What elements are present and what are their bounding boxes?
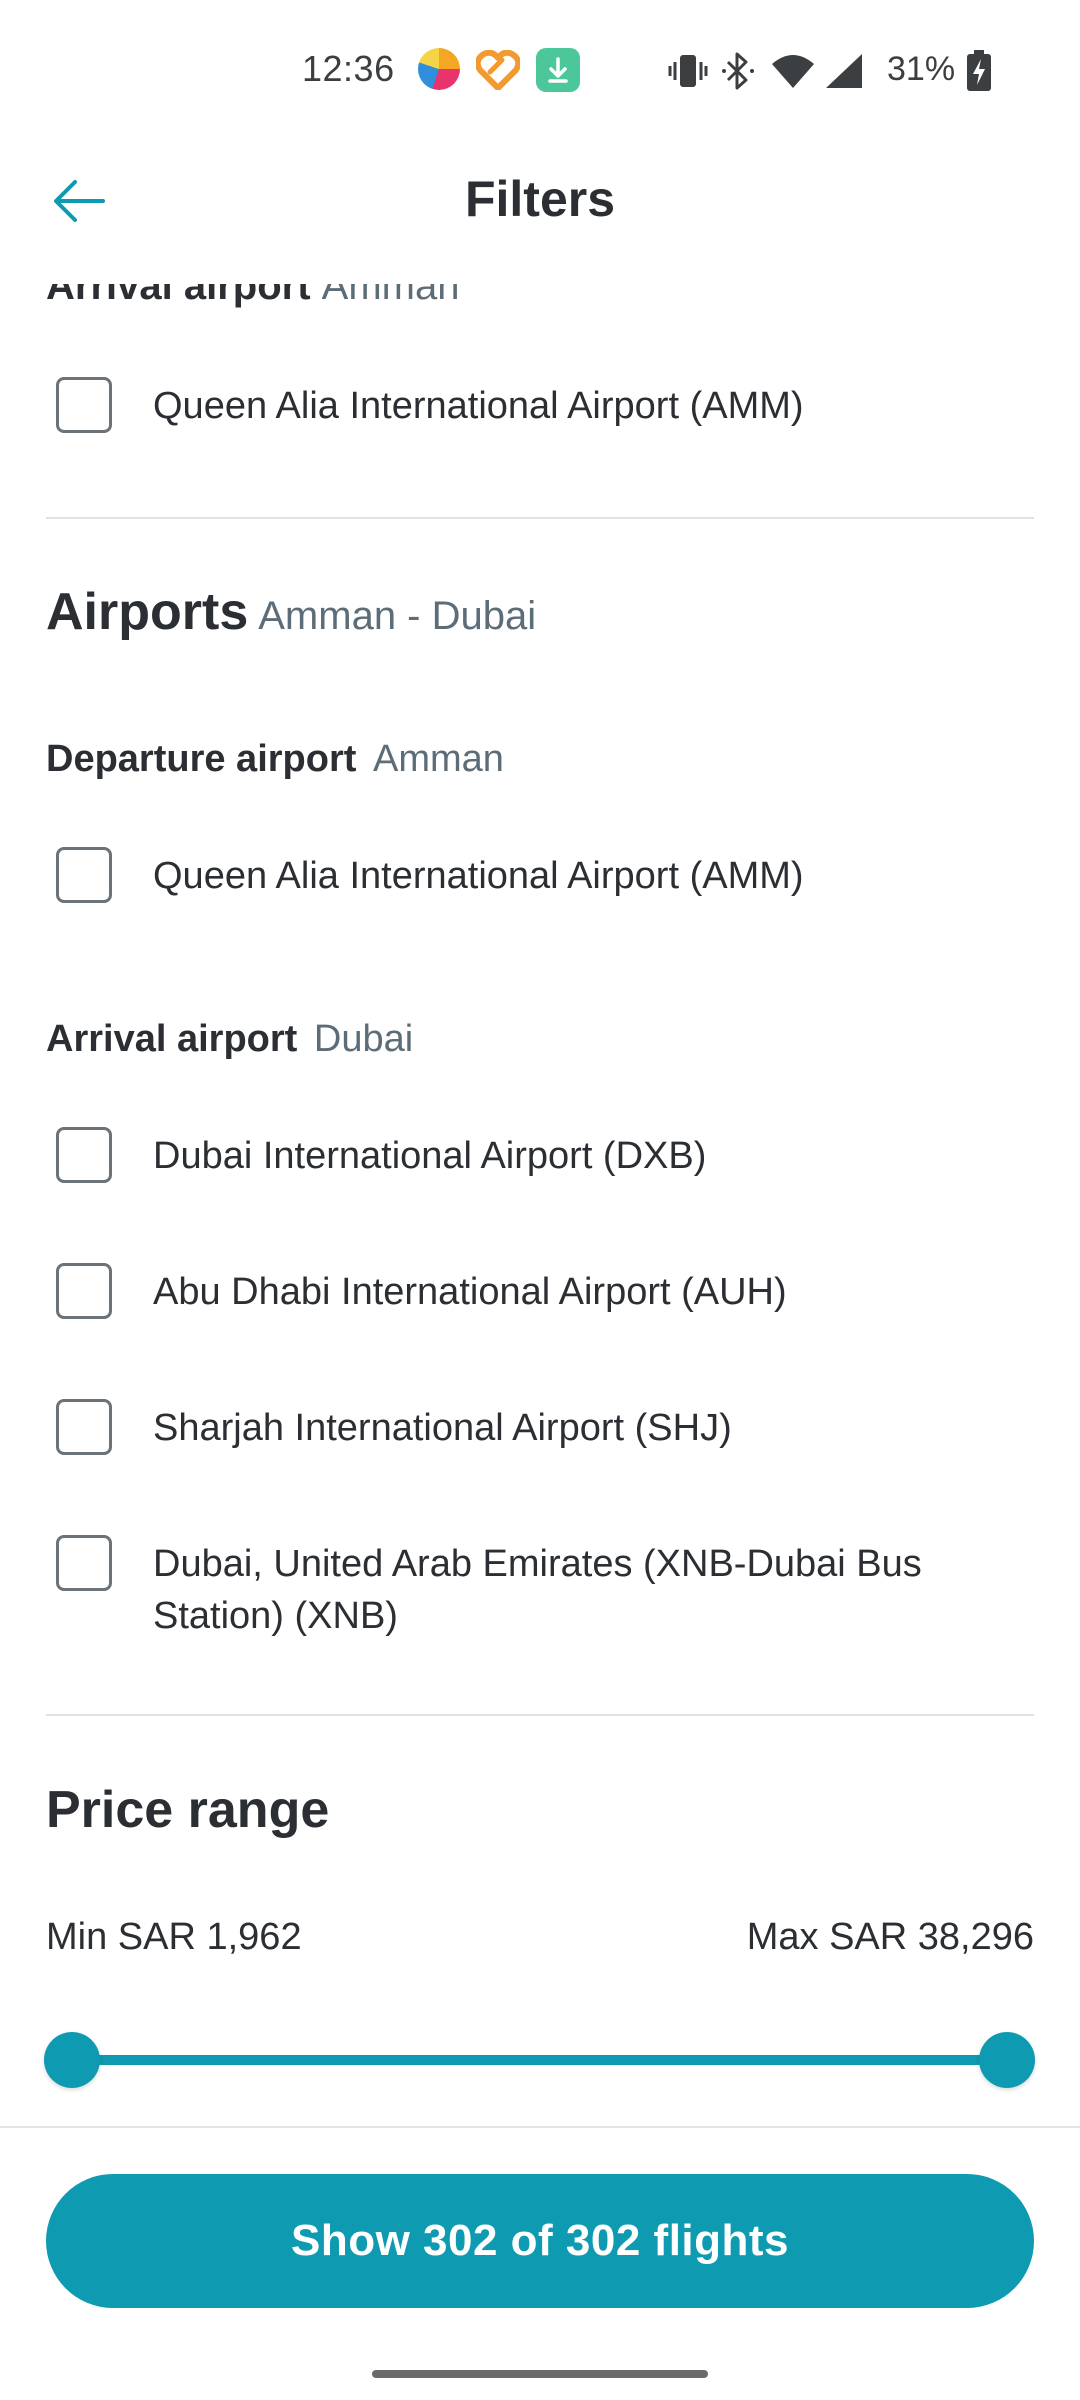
price-range-title: Price range [46, 1781, 330, 1839]
option-label-top-amm: Queen Alia International Airport (AMM) [153, 385, 804, 427]
app-icon-orange-heart [474, 49, 522, 91]
download-icon [536, 48, 580, 92]
footer-divider [0, 2126, 1080, 2128]
slider-max-thumb[interactable] [979, 2032, 1035, 2088]
departure-airport-city: Amman [372, 738, 504, 780]
checkbox-arrival-dxb[interactable] [56, 1127, 112, 1183]
status-bar: 12:36 31% [0, 0, 1080, 140]
arrival-airport-heading: Arrival airport Dubai [46, 1018, 413, 1061]
option-label-arrival-dxb: Dubai International Airport (DXB) [153, 1135, 707, 1177]
price-max-label: Max SAR 38,296 [746, 1916, 1034, 1958]
option-label-arrival-shj: Sharjah International Airport (SHJ) [153, 1407, 732, 1449]
show-flights-button[interactable]: Show 302 of 302 flights [46, 2174, 1034, 2308]
arrival-airport-label: Arrival airport [46, 1018, 298, 1060]
section-divider [46, 1714, 1034, 1716]
page-title: Filters [464, 171, 616, 227]
option-label-arrival-auh: Abu Dhabi International Airport (AUH) [153, 1271, 787, 1313]
scroll-clip-mask [0, 250, 1080, 284]
section-divider [46, 517, 1034, 519]
checkbox-arrival-auh[interactable] [56, 1263, 112, 1319]
filters-scroll-area[interactable]: Arrival airport Amman Queen Alia Interna… [0, 250, 1080, 2120]
checkbox-departure-amm[interactable] [56, 847, 112, 903]
checkbox-arrival-xnb[interactable] [56, 1535, 112, 1591]
departure-airport-heading: Departure airport Amman [46, 738, 504, 781]
bluetooth-icon [720, 50, 756, 92]
option-label-departure-amm: Queen Alia International Airport (AMM) [153, 855, 804, 897]
option-label-arrival-xnb: Dubai, United Arab Emirates (XNB-Dubai B… [153, 1543, 922, 1637]
airports-section-title: Airports Amman - Dubai [46, 582, 536, 642]
signal-icon [824, 52, 864, 90]
battery-charging-icon [966, 50, 992, 92]
slider-track[interactable] [72, 2055, 1008, 2065]
arrival-airport-city: Dubai [313, 1018, 414, 1060]
departure-airport-label: Departure airport [46, 738, 357, 780]
checkbox-arrival-shj[interactable] [56, 1399, 112, 1455]
status-time: 12:36 [302, 48, 395, 89]
checkbox-top-amm[interactable] [56, 377, 112, 433]
vibrate-icon [668, 52, 708, 90]
battery-percent: 31% [887, 50, 956, 88]
airports-route: Amman - Dubai [258, 594, 537, 638]
airports-title: Airports [46, 583, 249, 641]
wifi-icon [770, 54, 816, 90]
slider-min-thumb[interactable] [44, 2032, 100, 2088]
home-indicator[interactable] [372, 2370, 708, 2378]
price-min-label: Min SAR 1,962 [46, 1916, 302, 1958]
app-icon-colorful [418, 48, 460, 90]
